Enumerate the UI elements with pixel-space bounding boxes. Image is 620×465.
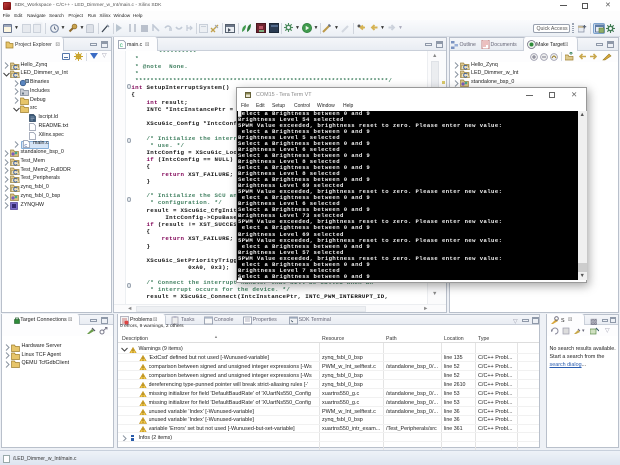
svg-text:C: C [13,187,18,193]
svg-text:C: C [13,160,18,166]
svg-text:C: C [13,169,18,175]
svg-text:c: c [120,42,124,49]
svg-text:C: C [13,73,18,79]
svg-text:▩: ▩ [590,317,598,325]
svg-text:c: c [24,142,27,148]
svg-text:C: C [463,64,468,70]
svg-text:C: C [463,73,468,79]
svg-text:C: C [13,64,18,70]
svg-text:C: C [13,178,18,184]
